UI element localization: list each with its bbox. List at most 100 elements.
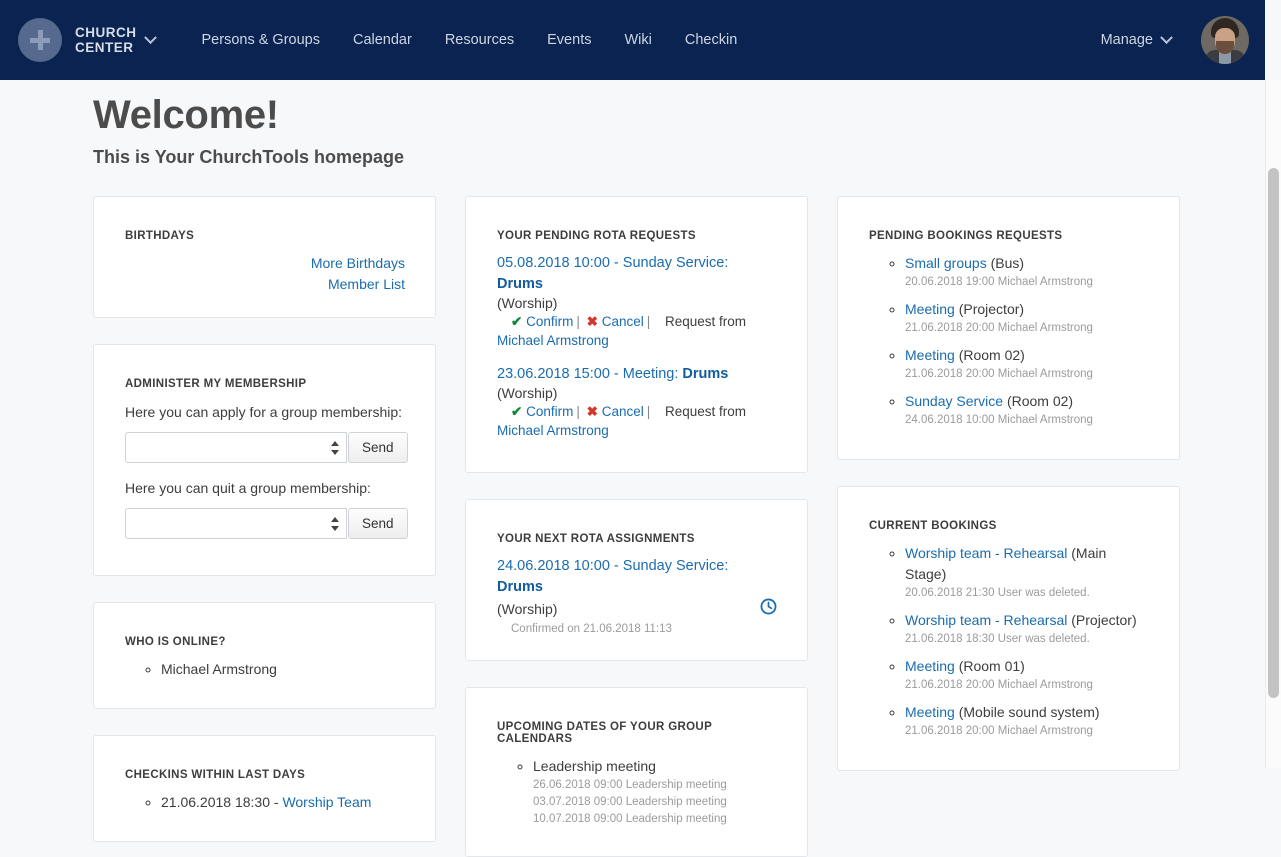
request-from-label: Request from bbox=[665, 314, 747, 329]
list-item: Leadership meeting 26.06.2018 09:00 Lead… bbox=[533, 756, 777, 828]
main-nav: Persons & Groups Calendar Resources Even… bbox=[202, 32, 771, 48]
plus-icon bbox=[30, 30, 50, 50]
requester-link[interactable]: Michael Armstrong bbox=[497, 333, 609, 348]
rota-entry-service[interactable]: Drums bbox=[682, 366, 728, 382]
requester-link[interactable]: Michael Armstrong bbox=[497, 423, 609, 438]
check-icon: ✔ bbox=[511, 314, 523, 329]
scrollbar-track[interactable] bbox=[1265, 80, 1281, 768]
pending-bookings-list: Small groups (Bus) 20.06.2018 19:00 Mich… bbox=[869, 253, 1149, 429]
app-logo[interactable] bbox=[18, 18, 62, 62]
rota-entry-title: 05.08.2018 10:00 - Sunday Service: Drums bbox=[497, 253, 777, 295]
booking-name-link[interactable]: Meeting bbox=[905, 658, 955, 674]
booking-name-link[interactable]: Meeting bbox=[905, 347, 955, 363]
chevron-down-icon bbox=[1160, 30, 1173, 44]
booking-resource: (Projector) bbox=[958, 301, 1025, 317]
card-title-next-rota: YOUR NEXT ROTA ASSIGNMENTS bbox=[497, 533, 695, 545]
cancel-link[interactable]: Cancel bbox=[602, 314, 644, 329]
card-title-pending-bookings: PENDING BOOKINGS REQUESTS bbox=[869, 230, 1063, 242]
next-rota-title: 24.06.2018 10:00 - Sunday Service: Drums bbox=[497, 556, 777, 598]
apply-membership-label: Here you can apply for a group membershi… bbox=[125, 404, 403, 420]
avatar[interactable] bbox=[1201, 16, 1249, 64]
quit-membership-row: Send bbox=[125, 508, 408, 539]
check-icon: ✔ bbox=[511, 404, 523, 419]
list-item: Small groups (Bus) 20.06.2018 19:00 Mich… bbox=[905, 253, 1149, 291]
cancel-link[interactable]: Cancel bbox=[602, 404, 644, 419]
booking-meta: 21.06.2018 20:00 Michael Armstrong bbox=[905, 679, 1093, 691]
more-birthdays-link[interactable]: More Birthdays bbox=[125, 253, 405, 274]
booking-name-link[interactable]: Worship team - Rehearsal bbox=[905, 545, 1067, 561]
quit-membership-label: Here you can quit a group membership: bbox=[125, 480, 371, 496]
upcoming-list: Leadership meeting 26.06.2018 09:00 Lead… bbox=[497, 756, 777, 828]
confirm-link[interactable]: Confirm bbox=[526, 314, 573, 329]
request-from-label: Request from bbox=[665, 404, 747, 419]
next-rota-link[interactable]: 24.06.2018 10:00 - Sunday Service: bbox=[497, 558, 728, 574]
brand-switcher[interactable]: CHURCH CENTER bbox=[75, 25, 157, 55]
card-current-bookings: CURRENT BOOKINGS Worship team - Rehearsa… bbox=[837, 486, 1180, 771]
card-next-rota-assignments: YOUR NEXT ROTA ASSIGNMENTS 24.06.2018 10… bbox=[465, 499, 808, 661]
brand-line-1: CHURCH bbox=[75, 25, 137, 40]
confirm-link[interactable]: Confirm bbox=[526, 404, 573, 419]
rota-entry-actions: ✔ Confirm | ✖ Cancel | Request from bbox=[511, 404, 747, 419]
apply-group-select[interactable] bbox=[125, 432, 347, 463]
card-title-online: WHO IS ONLINE? bbox=[125, 636, 226, 648]
nav-item-wiki[interactable]: Wiki bbox=[624, 32, 651, 48]
pending-rota-entry: 23.06.2018 15:00 - Meeting: Drums (Worsh… bbox=[497, 364, 777, 440]
page-title: Welcome! bbox=[93, 93, 279, 137]
booking-meta: 20.06.2018 19:00 Michael Armstrong bbox=[905, 276, 1093, 288]
clock-icon[interactable] bbox=[760, 598, 777, 620]
next-rota-group-row: (Worship) bbox=[497, 598, 777, 620]
booking-name-link[interactable]: Small groups bbox=[905, 255, 987, 271]
rota-entry-link[interactable]: 23.06.2018 15:00 - Meeting: bbox=[497, 366, 682, 382]
rota-entry-group: (Worship) bbox=[497, 385, 558, 401]
upcoming-date: 10.07.2018 09:00 Leadership meeting bbox=[533, 813, 727, 825]
nav-item-events[interactable]: Events bbox=[547, 32, 591, 48]
booking-resource: (Room 02) bbox=[1006, 393, 1074, 409]
card-birthdays: BIRTHDAYS More Birthdays Member List bbox=[93, 196, 436, 318]
page-header: Welcome! This is Your ChurchTools homepa… bbox=[0, 80, 1265, 168]
booking-name-link[interactable]: Sunday Service bbox=[905, 393, 1003, 409]
upcoming-date: 26.06.2018 09:00 Leadership meeting bbox=[533, 779, 727, 791]
next-rota-service[interactable]: Drums bbox=[497, 579, 543, 595]
booking-name-link[interactable]: Meeting bbox=[905, 704, 955, 720]
birthdays-links: More Birthdays Member List bbox=[125, 253, 405, 295]
list-item: Meeting (Mobile sound system) 21.06.2018… bbox=[905, 702, 1149, 740]
nav-item-resources[interactable]: Resources bbox=[445, 32, 514, 48]
next-rota-group: (Worship) bbox=[497, 601, 558, 617]
checkin-group-link[interactable]: Worship Team bbox=[282, 794, 371, 810]
rota-entry-title: 23.06.2018 15:00 - Meeting: Drums bbox=[497, 364, 777, 385]
quit-group-select[interactable] bbox=[125, 508, 347, 539]
booking-name-link[interactable]: Worship team - Rehearsal bbox=[905, 612, 1067, 628]
card-pending-bookings-requests: PENDING BOOKINGS REQUESTS Small groups (… bbox=[837, 196, 1180, 460]
upcoming-date: 03.07.2018 09:00 Leadership meeting bbox=[533, 796, 727, 808]
nav-item-calendar[interactable]: Calendar bbox=[353, 32, 412, 48]
scrollbar-thumb[interactable] bbox=[1268, 168, 1279, 698]
rota-entry-link[interactable]: 05.08.2018 10:00 - Sunday Service: bbox=[497, 255, 728, 271]
nav-item-persons-groups[interactable]: Persons & Groups bbox=[202, 32, 320, 48]
page-content: Welcome! This is Your ChurchTools homepa… bbox=[0, 80, 1265, 857]
rota-entry-service[interactable]: Drums bbox=[497, 276, 543, 292]
online-user-list: Michael Armstrong bbox=[125, 659, 405, 680]
list-item: 21.06.2018 18:30 - Worship Team bbox=[161, 792, 405, 813]
quit-send-button[interactable]: Send bbox=[348, 508, 408, 539]
list-item: Worship team - Rehearsal (Projector) 21.… bbox=[905, 610, 1149, 648]
member-list-link[interactable]: Member List bbox=[125, 274, 405, 295]
booking-meta: 24.06.2018 10:00 Michael Armstrong bbox=[905, 414, 1093, 426]
column-left: BIRTHDAYS More Birthdays Member List ADM… bbox=[93, 196, 436, 857]
next-rota-confirmed: Confirmed on 21.06.2018 11:13 bbox=[511, 623, 672, 635]
nav-right-group: Manage bbox=[1101, 16, 1249, 64]
manage-label: Manage bbox=[1100, 32, 1153, 48]
apply-send-button[interactable]: Send bbox=[348, 432, 408, 463]
brand-line-2: CENTER bbox=[75, 40, 134, 55]
booking-resource: (Bus) bbox=[990, 255, 1025, 271]
rota-entry-actions: ✔ Confirm | ✖ Cancel | Request from bbox=[511, 314, 747, 329]
nav-item-checkin[interactable]: Checkin bbox=[685, 32, 737, 48]
column-middle: YOUR PENDING ROTA REQUESTS 05.08.2018 10… bbox=[465, 196, 808, 857]
card-pending-rota-requests: YOUR PENDING ROTA REQUESTS 05.08.2018 10… bbox=[465, 196, 808, 473]
top-navbar: CHURCH CENTER Persons & Groups Calendar … bbox=[0, 0, 1265, 80]
dashboard-columns: BIRTHDAYS More Birthdays Member List ADM… bbox=[0, 168, 1265, 857]
manage-menu[interactable]: Manage bbox=[1100, 30, 1173, 48]
booking-meta: 21.06.2018 20:00 Michael Armstrong bbox=[905, 368, 1093, 380]
list-item: Meeting (Room 02) 21.06.2018 20:00 Micha… bbox=[905, 345, 1149, 383]
booking-name-link[interactable]: Meeting bbox=[905, 301, 955, 317]
booking-resource: (Room 01) bbox=[954, 658, 1025, 674]
